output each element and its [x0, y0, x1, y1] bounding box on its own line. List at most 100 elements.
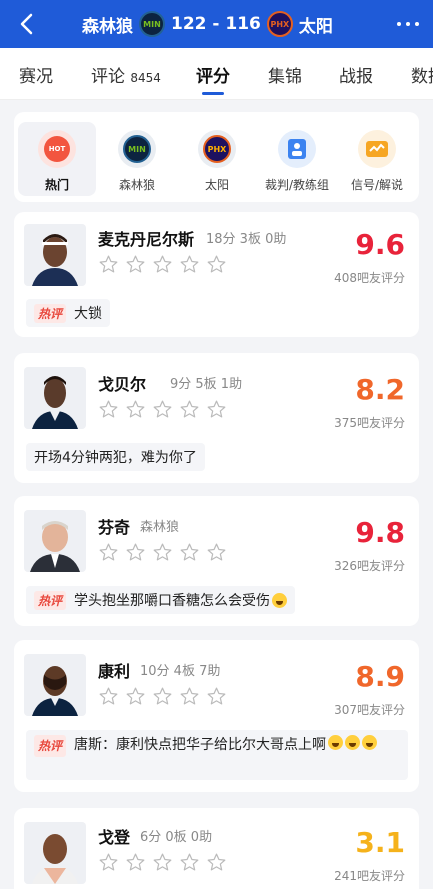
star-icon[interactable] [98, 686, 119, 707]
suns-logo-icon: PHX [198, 130, 236, 168]
hot-comment[interactable]: 开场4分钟两犯，难为你了 [26, 443, 205, 471]
signal-icon [358, 130, 396, 168]
referee-icon [278, 130, 316, 168]
coach-score: 9.8 [355, 516, 405, 549]
coach-rating-card[interactable]: 芬奇 森林狼 9.8 326吧友评分 热评 学头抱坐那嚼口香糖怎么会受伤 [14, 496, 419, 626]
emoji-icon [345, 735, 361, 750]
star-icon[interactable] [125, 399, 146, 420]
player-name: 戈贝尔 [98, 375, 147, 394]
hot-comment[interactable]: 热评 学头抱坐那嚼口香糖怎么会受伤 [26, 586, 296, 614]
player-stats: 10分 4板 7助 [140, 664, 221, 679]
tab-bar: 赛况 评论 8454 评分 集锦 战报 数据 [0, 48, 433, 100]
player-score: 8.2 [355, 373, 405, 406]
vote-count: 307吧友评分 [334, 703, 405, 717]
star-icon[interactable] [98, 852, 119, 873]
rating-stars[interactable] [98, 399, 227, 420]
comment-count: 8454 [130, 71, 161, 85]
comment-text: 大锁 [74, 306, 103, 322]
player-avatar [24, 367, 86, 429]
filter-timberwolves[interactable]: MIN 森林狼 [98, 122, 176, 196]
active-tab-indicator [202, 92, 224, 95]
star-icon[interactable] [98, 254, 119, 275]
star-icon[interactable] [206, 399, 227, 420]
player-stats: 9分 5板 1助 [170, 377, 243, 392]
filter-suns[interactable]: PHX 太阳 [178, 122, 256, 196]
hot-icon: HOT [38, 130, 76, 168]
emoji-icon [272, 592, 288, 608]
more-icon[interactable] [397, 14, 419, 34]
back-icon[interactable] [14, 10, 38, 38]
timberwolves-logo-icon: MIN [118, 130, 156, 168]
filter-label: 信号/解说 [350, 178, 404, 192]
star-icon[interactable] [125, 254, 146, 275]
coach-team: 森林狼 [140, 520, 180, 535]
coach-name: 芬奇 [98, 518, 131, 537]
player-avatar [24, 654, 86, 716]
player-rating-card[interactable]: 麦克丹尼尔斯 18分 3板 0助 9.6 408吧友评分 热评 大锁 [14, 212, 419, 337]
star-icon[interactable] [152, 852, 173, 873]
star-icon[interactable] [179, 399, 200, 420]
filter-hot[interactable]: HOT 热门 [18, 122, 96, 196]
star-icon[interactable] [98, 542, 119, 563]
star-icon[interactable] [98, 399, 119, 420]
vote-count: 408吧友评分 [334, 271, 405, 285]
star-icon[interactable] [125, 852, 146, 873]
score-text: 122 - 116 [171, 14, 261, 34]
player-avatar [24, 822, 86, 884]
player-rating-card[interactable]: 戈登 6分 0板 0助 3.1 241吧友评分 [14, 808, 419, 889]
player-name: 戈登 [98, 828, 131, 847]
away-team-name: 太阳 [298, 16, 333, 37]
star-icon[interactable] [125, 686, 146, 707]
tab-comments[interactable]: 评论 8454 [91, 62, 161, 87]
tab-stats[interactable]: 数据 [411, 62, 433, 87]
tab-live[interactable]: 赛况 [19, 62, 53, 87]
star-icon[interactable] [152, 542, 173, 563]
hot-comment-tag: 热评 [34, 303, 67, 323]
filter-signal-commentary[interactable]: 信号/解说 [338, 122, 416, 196]
hot-comment[interactable]: 热评 大锁 [26, 299, 111, 327]
away-team-logo: PHX [266, 11, 293, 37]
home-team-name: 森林狼 [82, 16, 133, 37]
star-icon[interactable] [125, 542, 146, 563]
player-score: 8.9 [355, 660, 405, 693]
player-score: 3.1 [355, 826, 405, 859]
star-icon[interactable] [179, 542, 200, 563]
filter-label: 裁判/教练组 [264, 178, 330, 192]
coach-avatar [24, 510, 86, 572]
match-score: 森林狼 MIN 122 - 116 PHX 太阳 [82, 8, 333, 40]
star-icon[interactable] [179, 254, 200, 275]
filter-referee-coach[interactable]: 裁判/教练组 [258, 122, 336, 196]
vote-count: 375吧友评分 [334, 416, 405, 430]
rating-filter-panel: HOT 热门 MIN 森林狼 PHX 太阳 裁判/教练组 信号/解说 [14, 112, 419, 202]
star-icon[interactable] [206, 686, 227, 707]
comment-text: 唐斯：康利快点把华子给比尔大哥点上啊 [74, 737, 327, 753]
rating-stars[interactable] [98, 254, 227, 275]
star-icon[interactable] [152, 686, 173, 707]
hot-comment[interactable]: 热评 唐斯：康利快点把华子给比尔大哥点上啊 [26, 730, 408, 780]
tab-report[interactable]: 战报 [339, 62, 373, 87]
tab-ratings[interactable]: 评分 [196, 62, 230, 87]
player-avatar [24, 224, 86, 286]
player-stats: 18分 3板 0助 [206, 232, 287, 247]
home-team-logo: MIN [139, 11, 165, 37]
vote-count: 326吧友评分 [334, 559, 405, 573]
comment-text: 开场4分钟两犯，难为你了 [34, 450, 197, 466]
star-icon[interactable] [179, 686, 200, 707]
rating-stars[interactable] [98, 542, 227, 563]
hot-comment-tag: 热评 [34, 590, 67, 610]
star-icon[interactable] [206, 852, 227, 873]
player-name: 康利 [98, 662, 131, 681]
rating-stars[interactable] [98, 686, 227, 707]
player-score: 9.6 [355, 228, 405, 261]
star-icon[interactable] [206, 542, 227, 563]
player-rating-card[interactable]: 康利 10分 4板 7助 8.9 307吧友评分 热评 唐斯：康利快点把华子给比… [14, 640, 419, 792]
comment-text: 学头抱坐那嚼口香糖怎么会受伤 [74, 593, 271, 609]
rating-stars[interactable] [98, 852, 227, 873]
emoji-icon [328, 735, 344, 750]
star-icon[interactable] [179, 852, 200, 873]
star-icon[interactable] [206, 254, 227, 275]
star-icon[interactable] [152, 399, 173, 420]
player-rating-card[interactable]: 戈贝尔 9分 5板 1助 8.2 375吧友评分 开场4分钟两犯，难为你了 [14, 353, 419, 483]
star-icon[interactable] [152, 254, 173, 275]
tab-highlights[interactable]: 集锦 [268, 62, 302, 87]
